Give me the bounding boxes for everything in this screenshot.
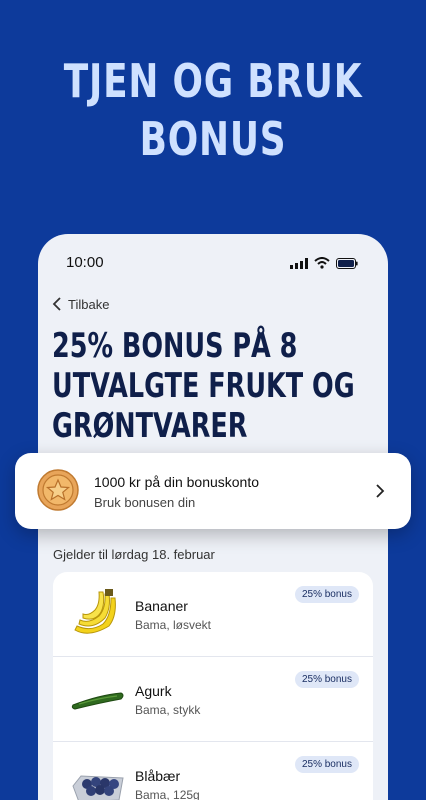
- banana-icon: [74, 589, 116, 634]
- star-coin-icon: [37, 469, 79, 511]
- status-icons: [290, 257, 358, 269]
- offer-title: 25% BONUS PÅ 8 UTVALGTE FRUKT OG GRØNTVA…: [52, 326, 375, 446]
- product-name: Bananer: [135, 598, 188, 614]
- bonus-badge: 25% bonus: [294, 586, 359, 603]
- signal-icon: [290, 258, 308, 269]
- product-list: Bananer Bama, løsvekt 25% bonus Agurk Ba…: [53, 572, 373, 800]
- bonus-badge: 25% bonus: [294, 671, 359, 688]
- product-desc: Bama, 125g: [135, 788, 200, 800]
- product-row[interactable]: Agurk Bama, stykk 25% bonus: [53, 657, 373, 742]
- chevron-left-icon: [52, 297, 61, 311]
- promo-line-1: TJEN OG BRUK: [63, 54, 363, 108]
- product-name: Agurk: [135, 683, 172, 699]
- back-button[interactable]: Tilbake: [52, 296, 109, 312]
- offer-title-line-3: GRØNTVARER: [52, 406, 248, 446]
- status-time: 10:00: [66, 254, 104, 271]
- wifi-icon: [314, 257, 330, 269]
- status-bar: 10:00: [38, 234, 388, 294]
- product-name: Blåbær: [135, 768, 181, 784]
- offer-title-line-1: 25% BONUS PÅ 8: [52, 326, 298, 366]
- bonus-amount: 1000 kr på din bonuskonto: [94, 474, 260, 490]
- offer-title-line-2: UTVALGTE FRUKT OG: [52, 366, 355, 406]
- product-row[interactable]: Bananer Bama, løsvekt 25% bonus: [53, 572, 373, 657]
- product-desc: Bama, stykk: [135, 703, 201, 717]
- bonus-subtitle: Bruk bonusen din: [94, 495, 196, 510]
- bonus-account-card[interactable]: 1000 kr på din bonuskonto Bruk bonusen d…: [15, 453, 411, 529]
- promo-line-2: BONUS: [139, 112, 287, 166]
- cucumber-icon: [71, 692, 124, 710]
- blueberries-icon: [72, 775, 124, 800]
- product-desc: Bama, løsvekt: [135, 618, 212, 632]
- valid-until-label: Gjelder til lørdag 18. februar: [53, 547, 215, 562]
- bonus-badge: 25% bonus: [294, 756, 359, 773]
- promo-heading: TJEN OG BRUK BONUS: [47, 52, 379, 168]
- product-row[interactable]: Blåbær Bama, 125g 25% bonus: [53, 742, 373, 800]
- chevron-right-icon: [376, 484, 385, 498]
- back-label: Tilbake: [68, 296, 110, 312]
- battery-icon: [336, 258, 358, 269]
